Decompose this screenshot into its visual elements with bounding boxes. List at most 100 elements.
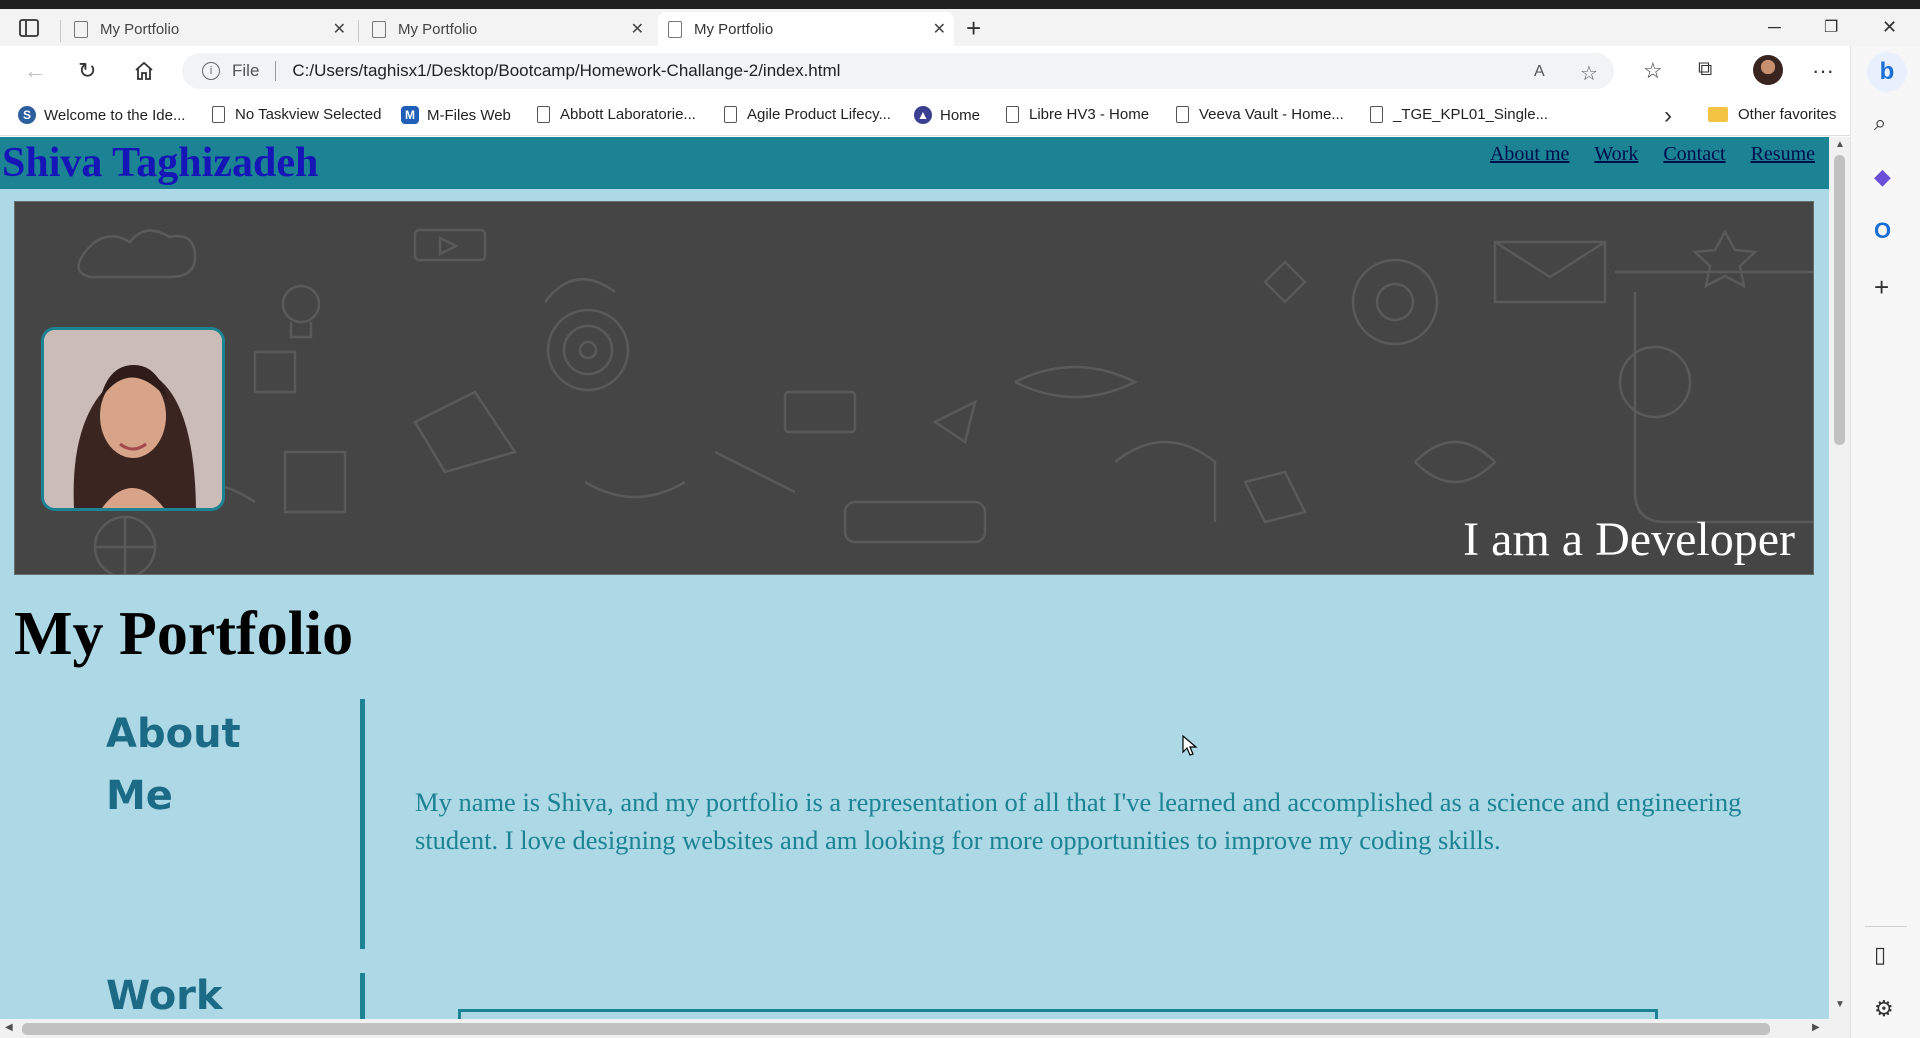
home-icon[interactable] — [133, 60, 155, 82]
vertical-scrollbar[interactable]: ▲ ▼ — [1829, 137, 1850, 1019]
close-icon[interactable]: ✕ — [933, 19, 946, 39]
tab-2[interactable]: My Portfolio ✕ — [362, 12, 652, 46]
page-icon — [537, 106, 550, 123]
site-name[interactable]: Shiva Taghizadeh — [2, 139, 318, 187]
chevron-right-icon[interactable]: › — [1664, 102, 1672, 130]
new-tab-icon[interactable]: + — [966, 15, 981, 41]
vertical-scroll-thumb[interactable] — [1834, 155, 1845, 445]
tab-title: My Portfolio — [398, 20, 478, 38]
back-icon[interactable]: ← — [24, 58, 46, 84]
scroll-up-icon[interactable]: ▲ — [1835, 139, 1845, 150]
window-top-strip — [0, 0, 1920, 9]
page-icon — [1176, 106, 1189, 123]
info-icon[interactable]: i — [202, 62, 220, 80]
page-icon — [212, 106, 225, 123]
tab-bar: My Portfolio ✕ My Portfolio ✕ My Portfol… — [0, 9, 1920, 46]
about-divider — [360, 699, 365, 949]
favorite-label: M-Files Web — [427, 106, 511, 124]
site-nav: About me Work Contact Resume — [1490, 143, 1815, 166]
favorite-label: Abbott Laboratorie... — [560, 106, 696, 123]
other-favorites-label: Other favorites — [1738, 106, 1837, 123]
tab-separator — [60, 20, 61, 42]
nav-link-resume[interactable]: Resume — [1751, 143, 1815, 166]
favorite-item[interactable]: Abbott Laboratorie... — [537, 106, 696, 123]
outlook-icon[interactable]: O — [1874, 218, 1891, 244]
edge-sidebar: b ⌕ ◆ O + ▯ ⚙ — [1850, 46, 1920, 1038]
favorite-item[interactable]: M M-Files Web — [401, 106, 511, 124]
refresh-icon[interactable]: ↻ — [78, 58, 96, 84]
url-text[interactable]: C:/Users/taghisx1/Desktop/Bootcamp/Homew… — [292, 61, 840, 81]
favorites-icon[interactable]: ☆ — [1643, 58, 1663, 84]
sidebar-divider — [1865, 926, 1907, 927]
tab-1[interactable]: My Portfolio ✕ — [64, 12, 354, 46]
horizontal-scrollbar[interactable]: ◀ ▶ — [0, 1019, 1850, 1038]
add-icon[interactable]: + — [1874, 272, 1889, 303]
about-text: My name is Shiva, and my portfolio is a … — [415, 787, 1742, 855]
page-icon — [1006, 106, 1019, 123]
horizontal-scroll-thumb[interactable] — [22, 1023, 1770, 1035]
scroll-right-icon[interactable]: ▶ — [1812, 1022, 1820, 1033]
work-divider — [360, 973, 365, 1019]
favorite-label: No Taskview Selected — [235, 106, 382, 123]
profile-avatar[interactable] — [1753, 55, 1783, 85]
sidebar-toggle-icon[interactable]: ▯ — [1874, 942, 1886, 968]
favorite-item[interactable]: S Welcome to the Ide... — [18, 106, 185, 124]
work-heading: Work — [106, 973, 223, 1019]
folder-icon — [1708, 107, 1728, 122]
read-aloud-icon[interactable]: A — [1534, 63, 1545, 81]
more-menu-icon[interactable]: ··· — [1812, 58, 1834, 84]
restore-icon[interactable]: ❐ — [1824, 17, 1838, 37]
bing-icon[interactable]: b — [1867, 52, 1907, 92]
collections-icon[interactable]: ⧉ — [1698, 58, 1712, 81]
scroll-down-icon[interactable]: ▼ — [1835, 999, 1845, 1010]
other-favorites[interactable]: Other favorites — [1708, 106, 1836, 123]
favorite-label: Agile Product Lifecy... — [747, 106, 891, 123]
profile-photo — [41, 327, 225, 511]
favorite-item[interactable]: Agile Product Lifecy... — [724, 106, 891, 123]
address-separator — [275, 61, 277, 81]
page-icon — [724, 106, 737, 123]
search-icon[interactable]: ⌕ — [1874, 110, 1886, 136]
favorite-label: _TGE_KPL01_Single... — [1393, 106, 1549, 123]
settings-gear-icon[interactable]: ⚙ — [1874, 996, 1894, 1022]
window-close-icon[interactable]: ✕ — [1882, 17, 1897, 38]
favorite-item[interactable]: _TGE_KPL01_Single... — [1370, 106, 1548, 123]
page-title: My Portfolio — [14, 600, 354, 668]
page-icon — [74, 20, 88, 38]
favorite-label: Veeva Vault - Home... — [1199, 106, 1344, 123]
hero-banner: I am a Developer — [14, 201, 1814, 575]
page-icon — [1370, 106, 1383, 123]
tab-separator — [358, 20, 359, 42]
address-bar[interactable]: i File C:/Users/taghisx1/Desktop/Bootcam… — [182, 53, 1614, 89]
nav-link-about[interactable]: About me — [1490, 143, 1569, 166]
favorite-label: Libre HV3 - Home — [1029, 106, 1150, 123]
favorite-item[interactable]: ▲ Home — [914, 106, 980, 124]
tab-actions-icon[interactable] — [18, 17, 40, 39]
copilot-icon[interactable]: ◆ — [1874, 164, 1891, 190]
nav-link-work[interactable]: Work — [1594, 143, 1638, 166]
favorite-item[interactable]: No Taskview Selected — [212, 106, 381, 123]
add-favorite-icon[interactable]: ☆ — [1580, 61, 1598, 86]
tab-3-active[interactable]: My Portfolio ✕ — [658, 12, 954, 46]
about-heading: About Me — [106, 711, 241, 819]
nav-link-contact[interactable]: Contact — [1663, 143, 1725, 166]
tab-title: My Portfolio — [100, 20, 180, 38]
favorite-item[interactable]: Veeva Vault - Home... — [1176, 106, 1344, 123]
address-toolbar: ← ↻ i File C:/Users/taghisx1/Desktop/Boo… — [0, 46, 1920, 96]
favorite-label: Welcome to the Ide... — [44, 106, 186, 124]
site-favicon-icon: S — [18, 106, 36, 124]
work-card[interactable] — [458, 1009, 1658, 1019]
close-icon[interactable]: ✕ — [631, 19, 644, 39]
tab-title: My Portfolio — [694, 20, 774, 38]
home-favicon-icon: ▲ — [914, 106, 932, 124]
favorites-bar: S Welcome to the Ide... No Taskview Sele… — [0, 96, 1920, 136]
minimize-icon[interactable]: ─ — [1768, 17, 1781, 38]
m-files-icon: M — [401, 106, 419, 124]
portrait-image — [44, 330, 222, 508]
file-label: File — [232, 61, 260, 80]
scroll-left-icon[interactable]: ◀ — [5, 1022, 13, 1033]
mouse-cursor-icon — [1182, 735, 1198, 756]
close-icon[interactable]: ✕ — [333, 19, 346, 39]
page-viewport: Shiva Taghizadeh About me Work Contact R… — [0, 137, 1829, 1019]
favorite-item[interactable]: Libre HV3 - Home — [1006, 106, 1149, 123]
